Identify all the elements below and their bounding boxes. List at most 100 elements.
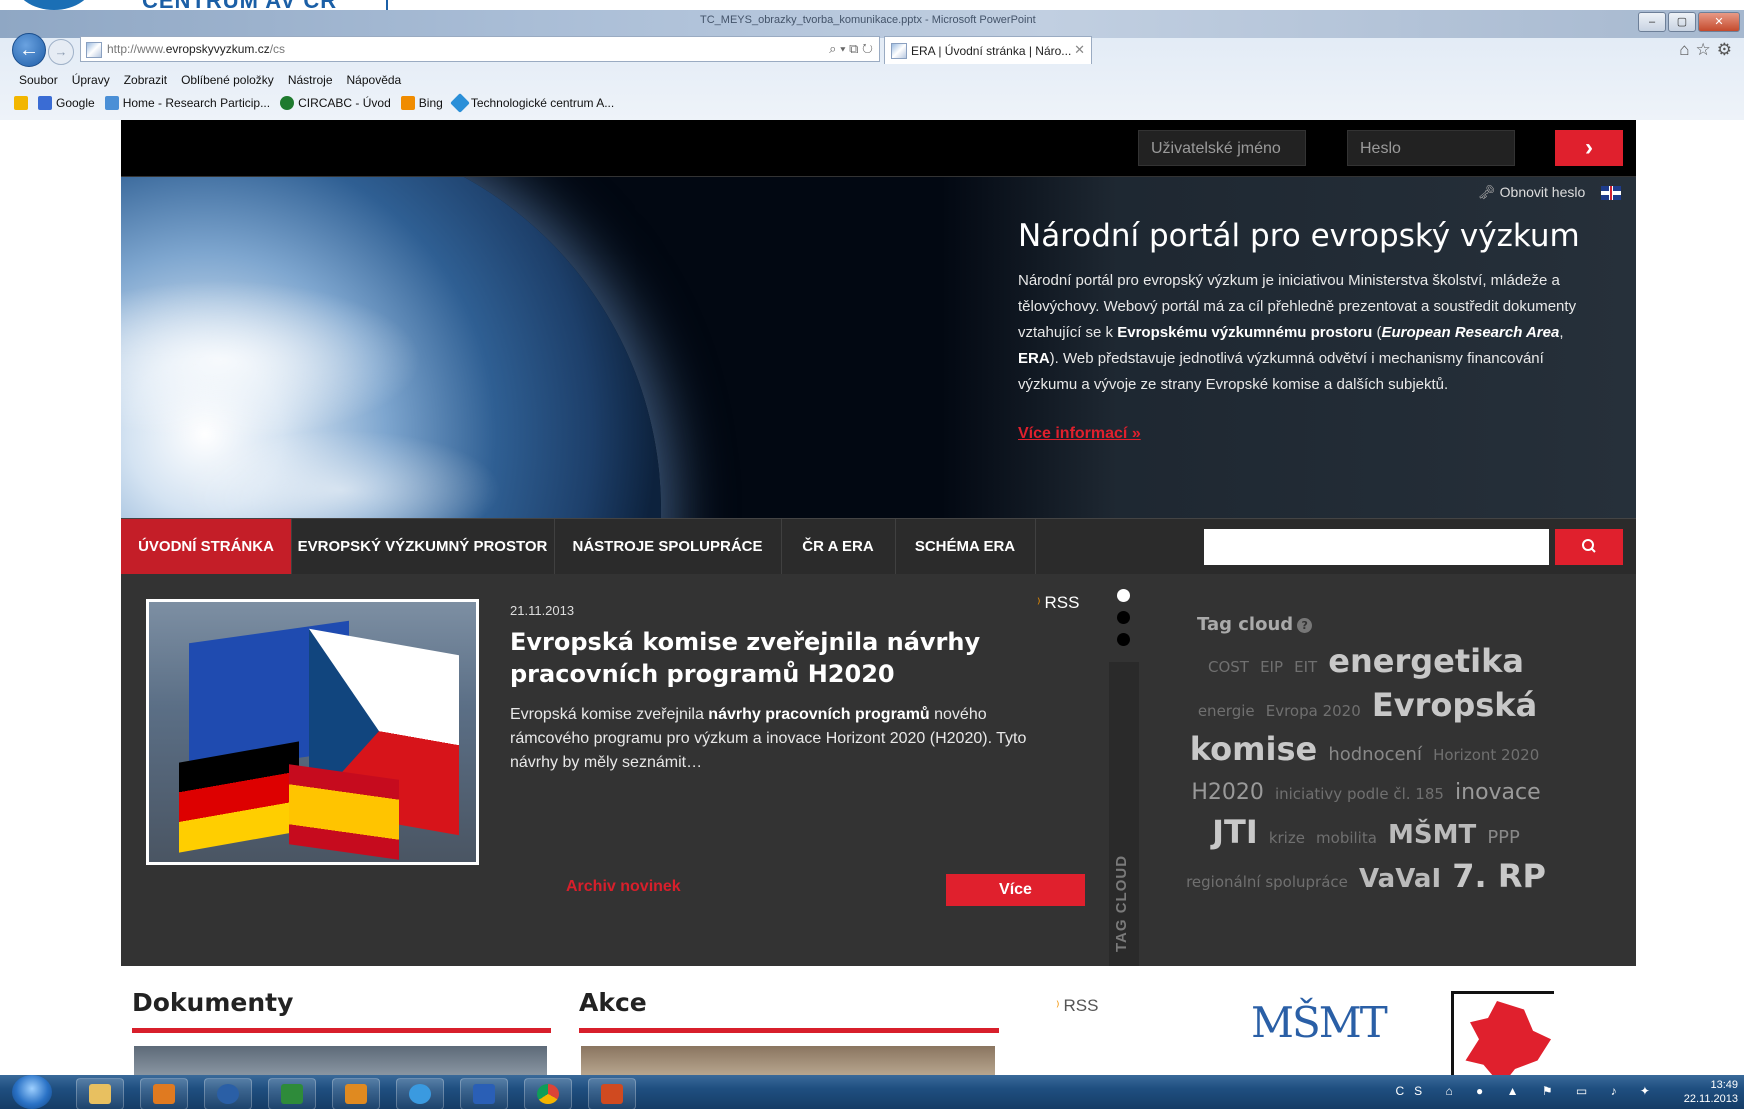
close-window-button[interactable]: ✕ — [1698, 12, 1740, 32]
favorites-star-icon[interactable] — [14, 96, 28, 110]
tag-cloud-tab[interactable]: TAG CLOUD — [1109, 662, 1139, 966]
browser-tab[interactable]: ERA | Úvodní stránka | Náro... ✕ — [884, 36, 1092, 64]
login-strip: Uživatelské jméno Heslo › — [121, 120, 1636, 177]
menu-item-view[interactable]: Zobrazit — [124, 70, 167, 90]
news-image[interactable] — [146, 599, 479, 865]
tag-link[interactable]: JTI — [1212, 813, 1258, 851]
back-button[interactable]: ← — [12, 33, 46, 67]
events-rss-link[interactable]: ⁾ RSS — [1056, 996, 1098, 1016]
slide-title: CENTRUM AV ČR — [142, 0, 337, 10]
msmt-logo[interactable]: MŠMT — [1251, 998, 1388, 1047]
minimize-button[interactable]: – — [1638, 12, 1666, 32]
language-indicator[interactable]: CS — [1395, 1084, 1432, 1098]
clock[interactable]: 13:49 22.11.2013 — [1676, 1078, 1738, 1106]
taskbar-app3[interactable] — [204, 1078, 252, 1110]
more-info-link[interactable]: Více informací » — [1018, 425, 1141, 443]
favorite-research[interactable]: Home - Research Particip... — [104, 96, 270, 110]
menu-item-tools[interactable]: Nástroje — [288, 70, 333, 90]
tag-link[interactable]: PPP — [1487, 827, 1520, 848]
menu-item-file[interactable]: Soubor — [19, 70, 58, 90]
forward-button[interactable]: → — [48, 39, 74, 65]
news-date: 21.11.2013 — [510, 603, 575, 618]
google-icon — [38, 96, 52, 110]
tag-link[interactable]: 7. RP — [1452, 857, 1546, 895]
favorite-bing[interactable]: Bing — [400, 96, 443, 110]
window-title: TC_MEYS_obrazky_tvorba_komunikace.pptx -… — [700, 14, 1036, 26]
tag-link[interactable]: regionální spolupráce — [1186, 873, 1348, 891]
site-favicon-icon — [86, 42, 102, 58]
menu-item-edit[interactable]: Úpravy — [72, 70, 110, 90]
tag-link[interactable]: EIP — [1260, 658, 1283, 676]
main-navigation: ÚVODNÍ STRÁNKA EVROPSKÝ VÝZKUMNÝ PROSTOR… — [121, 518, 1636, 575]
nav-schema[interactable]: SCHÉMA ERA — [895, 519, 1036, 575]
tab-title: ERA | Úvodní stránka | Náro... — [911, 44, 1072, 58]
nav-home[interactable]: ÚVODNÍ STRÁNKA — [121, 519, 292, 575]
documents-underline — [132, 1028, 551, 1033]
taskbar-ie[interactable] — [396, 1078, 444, 1110]
taskbar-excel[interactable] — [268, 1078, 316, 1110]
tag-link[interactable]: COST — [1208, 658, 1249, 676]
start-button[interactable] — [12, 1075, 52, 1109]
news-rss-link[interactable]: ⁾ RSS — [1037, 593, 1079, 613]
tag-link[interactable]: iniciativy podle čl. 185 — [1275, 785, 1444, 803]
tag-link[interactable]: energie — [1198, 702, 1255, 720]
address-bar[interactable]: http://www.evropskyvyzkum.cz/cs ⌕ ▾ ⧉ ↻ — [80, 36, 880, 62]
password-input[interactable]: Heslo — [1347, 130, 1515, 166]
username-input[interactable]: Uživatelské jméno — [1138, 130, 1306, 166]
bottom-section: Dokumenty Akce ⁾ RSS MŠMT — [121, 966, 1636, 1089]
favorite-tc[interactable]: Technologické centrum A... — [449, 93, 614, 113]
tag-link[interactable]: MŠMT — [1388, 820, 1476, 850]
taskbar-powerpoint[interactable] — [588, 1078, 636, 1110]
tag-link[interactable]: hodnocení — [1328, 744, 1422, 765]
taskbar-word[interactable] — [460, 1078, 508, 1110]
news-text: Evropská komise zveřejnila návrhy pracov… — [510, 706, 1027, 771]
taskbar-outlook[interactable] — [332, 1078, 380, 1110]
browser-tools-icon[interactable]: ⌂☆⚙ — [1679, 40, 1738, 60]
tab-close-icon[interactable]: ✕ — [1074, 42, 1085, 58]
maximize-button[interactable]: ▢ — [1668, 12, 1696, 32]
taskbar-chrome[interactable] — [524, 1078, 572, 1110]
tag-link[interactable]: Evropa 2020 — [1266, 702, 1361, 720]
tag-link[interactable]: krize — [1269, 829, 1305, 847]
address-actions-icon[interactable]: ⌕ ▾ ⧉ ↻ — [829, 41, 873, 57]
help-icon[interactable]: ? — [1297, 617, 1313, 633]
events-underline — [579, 1028, 999, 1033]
tag-link[interactable]: mobilita — [1316, 829, 1377, 847]
favorite-google[interactable]: Google — [38, 96, 95, 110]
events-title[interactable]: Akce — [579, 988, 647, 1017]
search-button[interactable] — [1555, 529, 1623, 565]
nav-cr-era[interactable]: ČR A ERA — [781, 519, 896, 575]
slider-dot-2[interactable] — [1117, 611, 1130, 624]
nav-era[interactable]: EVROPSKÝ VÝZKUMNÝ PROSTOR — [291, 519, 555, 575]
tag-link[interactable]: inovace — [1455, 780, 1541, 805]
menu-item-help[interactable]: Nápověda — [347, 70, 402, 90]
reset-password-link[interactable]: 🗝 Obnovit heslo — [1478, 184, 1585, 201]
tag-link[interactable]: Horizont 2020 — [1433, 746, 1539, 764]
news-more-button[interactable]: Více — [946, 874, 1085, 906]
tag-link[interactable]: energetika — [1328, 642, 1524, 680]
powerpoint-icon — [601, 1084, 623, 1104]
favorite-circabc[interactable]: CIRCABC - Úvod — [280, 96, 391, 110]
slider-dot-3[interactable] — [1117, 633, 1130, 646]
tag-link[interactable]: H2020 — [1191, 780, 1264, 805]
rss-icon: ⁾ — [1056, 998, 1060, 1014]
taskbar-media[interactable] — [140, 1078, 188, 1110]
system-tray[interactable]: CS ⌂ ● ▲ ⚑ ▭ ♪ ✦ — [1395, 1084, 1660, 1098]
clock-date: 22.11.2013 — [1683, 1093, 1738, 1105]
news-title[interactable]: Evropská komise zveřejnila návrhy pracov… — [510, 626, 1010, 690]
nav-tools[interactable]: NÁSTROJE SPOLUPRÁCE — [554, 519, 782, 575]
hero-text: Národní portál pro evropský výzkum je in… — [1018, 272, 1577, 393]
tag-link[interactable]: VaVaI — [1359, 864, 1441, 894]
slider-dot-1[interactable] — [1117, 589, 1130, 602]
outlook-icon — [345, 1084, 367, 1104]
search-input[interactable] — [1204, 529, 1549, 565]
tag-link[interactable]: EIT — [1294, 658, 1317, 676]
taskbar: CS ⌂ ● ▲ ⚑ ▭ ♪ ✦ 13:49 22.11.2013 — [0, 1075, 1744, 1110]
tag-cloud-tab-label: TAG CLOUD — [1113, 854, 1130, 952]
news-archive-link[interactable]: Archiv novinek — [566, 878, 681, 896]
documents-title[interactable]: Dokumenty — [132, 988, 293, 1017]
taskbar-explorer[interactable] — [76, 1078, 124, 1110]
uk-flag-icon[interactable] — [1601, 186, 1621, 200]
login-submit-button[interactable]: › — [1555, 130, 1623, 166]
menu-item-favorites[interactable]: Oblíbené položky — [181, 70, 274, 90]
